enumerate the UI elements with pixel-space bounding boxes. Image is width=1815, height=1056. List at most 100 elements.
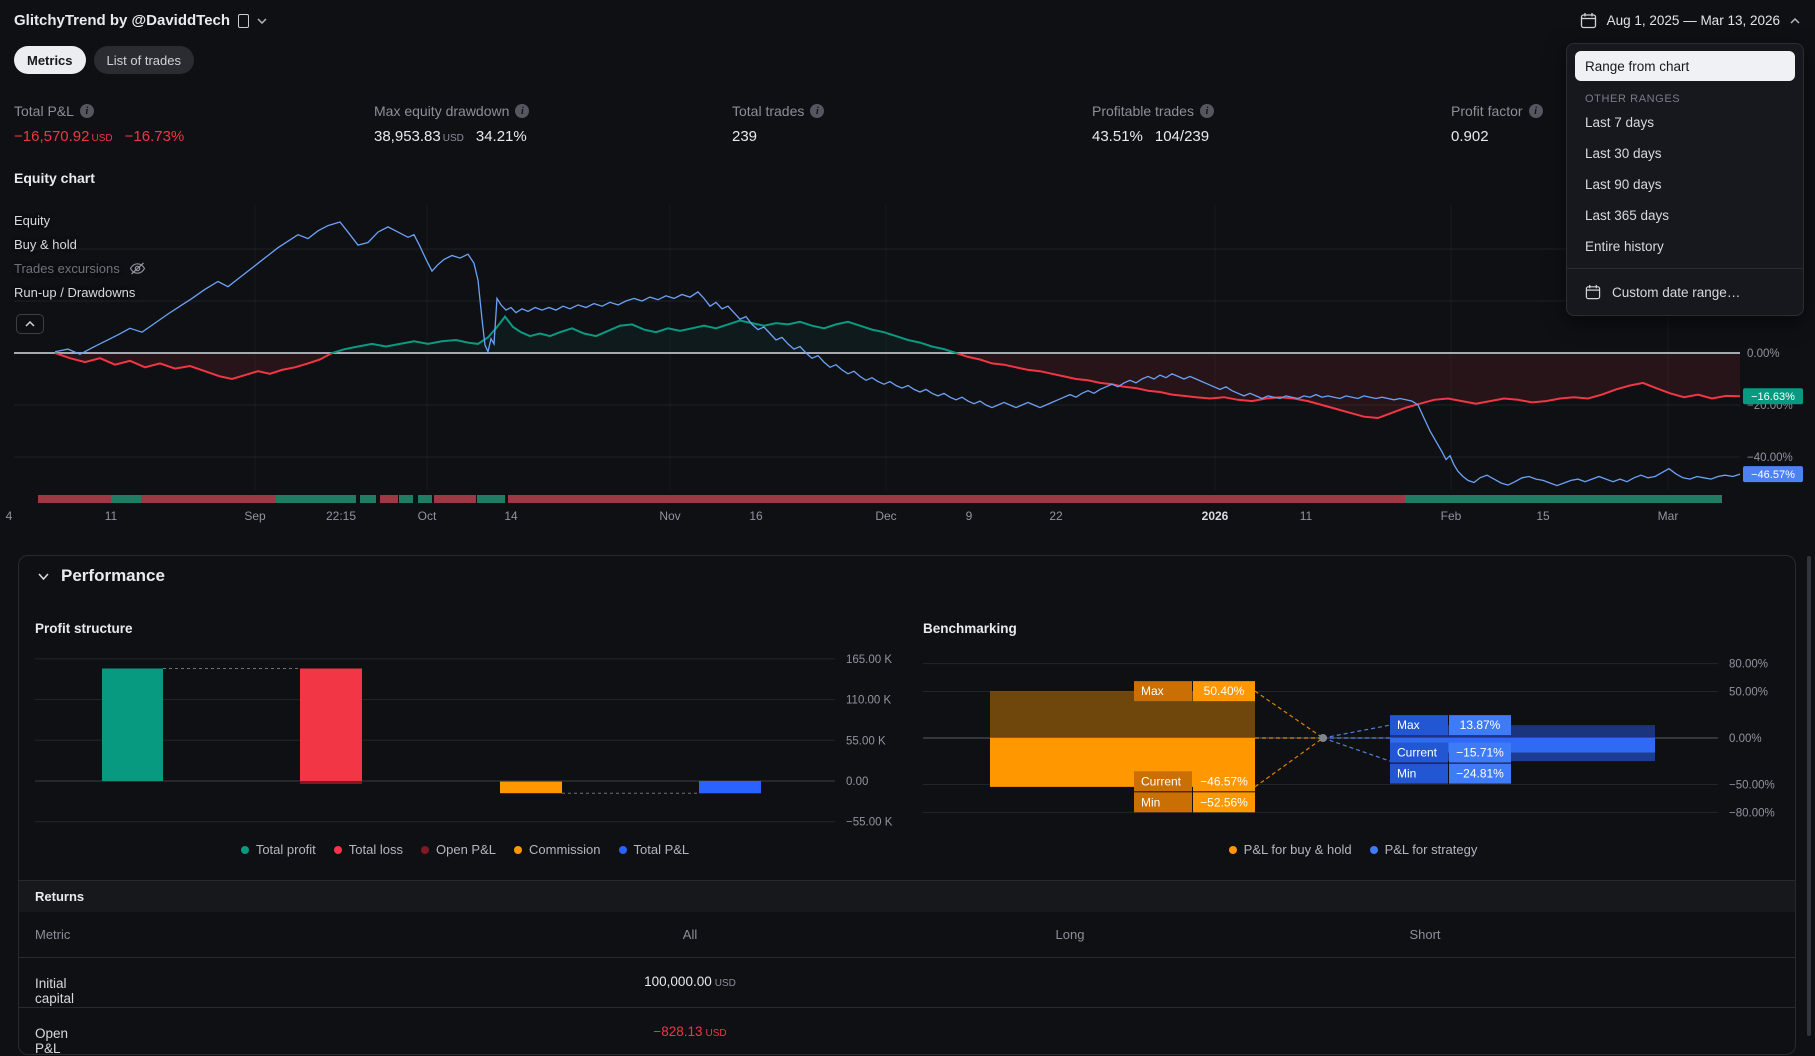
- chevron-down-icon: [38, 572, 49, 580]
- metric-profitable-trades: Profitable trades i 43.51% 104/239: [1092, 103, 1442, 145]
- menu-item-last-365-days[interactable]: Last 365 days: [1567, 200, 1803, 231]
- svg-text:55.00 K: 55.00 K: [846, 735, 886, 747]
- metric-total-p-l: Total P&L i −16,570.92 USD −16.73%: [14, 103, 364, 145]
- menu-item-entire-history[interactable]: Entire history: [1567, 231, 1803, 262]
- performance-title: Performance: [61, 566, 165, 585]
- info-icon[interactable]: i: [1528, 104, 1543, 118]
- metric-value: 38,953.83 USD 34.21%: [374, 128, 527, 145]
- menu-item-range-from-chart[interactable]: Range from chart: [1575, 51, 1795, 81]
- eye-off-icon[interactable]: [129, 262, 146, 275]
- lock-icon: [238, 13, 250, 28]
- chevron-up-icon: [1790, 17, 1800, 24]
- metric-label-text: Max equity drawdown: [374, 103, 510, 119]
- info-icon[interactable]: i: [79, 104, 94, 118]
- legend-item-p-l-for-strategy[interactable]: P&L for strategy: [1369, 842, 1477, 857]
- svg-text:Max: Max: [1397, 718, 1420, 732]
- svg-text:Current: Current: [1397, 746, 1438, 760]
- legend-dot: [240, 845, 249, 854]
- legend-dot: [514, 845, 522, 854]
- menu-item-custom-date-range[interactable]: Custom date range…: [1567, 275, 1803, 309]
- legend-item-p-l-for-buy-hold[interactable]: P&L for buy & hold: [1228, 842, 1352, 857]
- svg-text:50.00%: 50.00%: [1729, 687, 1768, 699]
- svg-text:0.00%: 0.00%: [1729, 733, 1762, 745]
- legend-item-total-loss[interactable]: Total loss: [333, 842, 403, 857]
- column-header-short: Short: [1409, 927, 1441, 942]
- performance-section-header[interactable]: Performance: [38, 566, 165, 586]
- svg-text:Min: Min: [1397, 767, 1416, 781]
- metric-max-equity-drawdown: Max equity drawdown i 38,953.83 USD 34.21%: [374, 103, 724, 145]
- equity-chart-legend: Equity Buy & hold Trades excursions Run-up …: [14, 208, 146, 304]
- benchmarking-chart[interactable]: 80.00% 50.00% 0.00% −50.00% −80.00% Max 50.40%…: [923, 640, 1803, 840]
- divider: [19, 1007, 1795, 1008]
- menu-item-label: Custom date range…: [1612, 284, 1741, 300]
- legend-item-run-up-drawdowns[interactable]: Run-up / Drawdowns: [14, 280, 146, 304]
- tab-metrics[interactable]: Metrics: [14, 46, 86, 74]
- metric-label: Total P&L i: [14, 103, 364, 119]
- legend-item-buy-hold[interactable]: Buy & hold: [14, 232, 146, 256]
- svg-text:−46.57%: −46.57%: [1751, 469, 1795, 481]
- tab-list-of-trades[interactable]: List of trades: [93, 46, 194, 74]
- legend-dot: [1228, 845, 1237, 854]
- metric-label-text: Profit factor: [1451, 103, 1523, 119]
- metric-label: Total trades i: [732, 103, 1082, 119]
- equity-chart-title: Equity chart: [14, 170, 95, 186]
- info-icon[interactable]: i: [515, 104, 530, 118]
- row-label-open-p-l: Open P&L: [35, 1026, 69, 1056]
- column-header-all: All: [682, 927, 698, 942]
- date-range-label: Aug 1, 2025 — Mar 13, 2026: [1606, 13, 1780, 28]
- svg-text:110.00 K: 110.00 K: [846, 695, 892, 707]
- menu-item-last-30-days[interactable]: Last 30 days: [1567, 138, 1803, 169]
- tab-bar: Metrics List of trades: [14, 46, 194, 74]
- legend-item-commission[interactable]: Commission: [514, 842, 601, 857]
- legend-item-total-profit[interactable]: Total profit: [240, 842, 316, 857]
- menu-section-label: OTHER RANGES: [1585, 93, 1681, 105]
- metric-label-text: Total P&L: [14, 103, 74, 119]
- metric-label-text: Profitable trades: [1092, 103, 1194, 119]
- svg-text:−52.56%: −52.56%: [1200, 795, 1248, 809]
- menu-item-last-90-days[interactable]: Last 90 days: [1567, 169, 1803, 200]
- benchmarking-legend: P&L for buy & hold P&L for strategy: [923, 842, 1783, 857]
- equity-chart[interactable]: 0.00%−20.00%−40.00%−16.63%−46.57%: [0, 195, 1815, 525]
- row-value: 100,000.00 USD: [644, 974, 736, 989]
- svg-text:Min: Min: [1141, 795, 1160, 809]
- svg-text:50.40%: 50.40%: [1204, 684, 1245, 698]
- legend-item-open-p-l[interactable]: Open P&L: [421, 842, 496, 857]
- metric-value: −16,570.92 USD −16.73%: [14, 128, 185, 145]
- svg-text:−50.00%: −50.00%: [1729, 780, 1775, 792]
- svg-text:−46.57%: −46.57%: [1200, 774, 1248, 788]
- divider: [1567, 268, 1803, 269]
- menu-item-last-7-days[interactable]: Last 7 days: [1567, 107, 1803, 138]
- svg-text:−55.00 K: −55.00 K: [846, 817, 893, 829]
- profit-structure-chart[interactable]: 165.00 K 110.00 K 55.00 K 0.00 −55.00 K: [35, 640, 915, 840]
- metric-total-trades: Total trades i 239: [732, 103, 1082, 145]
- legend-item-equity[interactable]: Equity: [14, 208, 146, 232]
- chevron-down-icon[interactable]: [257, 17, 267, 24]
- collapse-chart-button[interactable]: [16, 314, 44, 334]
- divider: [19, 957, 1795, 958]
- legend-item-trades-excursions[interactable]: Trades excursions: [14, 256, 146, 280]
- date-range-button[interactable]: Aug 1, 2025 — Mar 13, 2026: [1580, 12, 1800, 29]
- svg-text:−16.63%: −16.63%: [1751, 391, 1795, 403]
- row-value: −828.13 USD: [653, 1024, 727, 1039]
- returns-title: Returns: [35, 889, 85, 904]
- metric-label: Profitable trades i: [1092, 103, 1442, 119]
- returns-section-header[interactable]: Returns: [19, 881, 1795, 912]
- scrollbar-thumb[interactable]: [1807, 556, 1811, 1036]
- row-label-initial-capital: Initial capital: [35, 976, 75, 1006]
- date-range-menu: Range from chart OTHER RANGES Last 7 day…: [1566, 43, 1804, 316]
- metric-value: 43.51% 104/239: [1092, 128, 1210, 145]
- svg-text:0.00%: 0.00%: [1747, 348, 1780, 360]
- column-header-long: Long: [1055, 927, 1085, 942]
- profit-structure-legend: Total profit Total loss Open P&L Commission…: [35, 842, 895, 857]
- info-icon[interactable]: i: [810, 104, 825, 118]
- svg-text:165.00 K: 165.00 K: [846, 654, 892, 666]
- calendar-icon: [1585, 284, 1601, 300]
- legend-item-total-p-l[interactable]: Total P&L: [618, 842, 689, 857]
- info-icon[interactable]: i: [1199, 104, 1214, 118]
- svg-text:−40.00%: −40.00%: [1747, 452, 1793, 464]
- svg-text:Current: Current: [1141, 774, 1182, 788]
- metric-label-text: Total trades: [732, 103, 805, 119]
- svg-text:−80.00%: −80.00%: [1729, 807, 1775, 819]
- svg-text:−15.71%: −15.71%: [1456, 746, 1504, 760]
- benchmarking-title: Benchmarking: [923, 621, 1017, 636]
